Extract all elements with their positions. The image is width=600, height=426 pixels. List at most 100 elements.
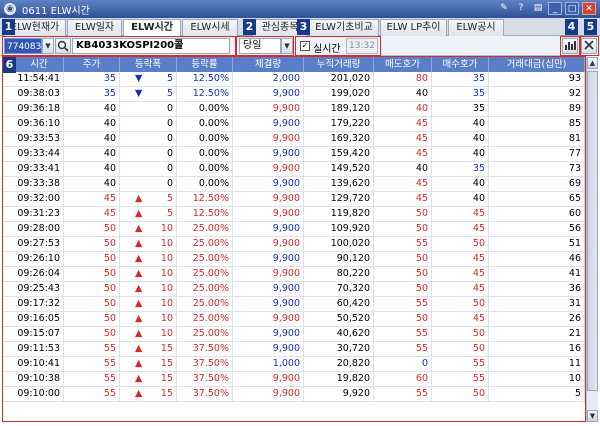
vertical-scrollbar[interactable]: ▲ ▼ bbox=[586, 57, 598, 422]
table-row[interactable]: 09:27:53 50 ▲ 10 25.00% 9,900 100,020 55 50 51 bbox=[3, 237, 585, 252]
table-row[interactable]: 09:10:00 55 ▲ 15 37.50% 9,900 9,920 55 50 5 bbox=[3, 387, 585, 402]
change-value: 0 bbox=[166, 178, 173, 189]
table-cell: ▲ 15 bbox=[120, 372, 177, 386]
minimize-icon[interactable]: _ bbox=[548, 2, 562, 15]
table-cell: 55 bbox=[432, 372, 489, 386]
scroll-up-icon[interactable]: ▲ bbox=[587, 57, 598, 69]
tab-elw-disclosure[interactable]: ELW공시 bbox=[448, 19, 504, 36]
expand-icon bbox=[584, 40, 594, 50]
table-cell: 70,320 bbox=[304, 282, 374, 296]
scroll-down-icon[interactable]: ▼ bbox=[587, 410, 598, 422]
table-cell: 9,900 bbox=[233, 147, 304, 161]
table-cell: 45 bbox=[432, 267, 489, 281]
table-row[interactable]: 09:31:23 45 ▲ 5 12.50% 9,900 119,820 50 45 60 bbox=[3, 207, 585, 222]
chart-button[interactable] bbox=[562, 38, 578, 54]
callout-badge-3: 3 bbox=[297, 19, 310, 35]
menu-icon[interactable]: ▤ bbox=[531, 2, 545, 15]
table-row[interactable]: 11:54:41 35 ▼ 5 12.50% 2,000 201,020 80 35 93 bbox=[3, 72, 585, 87]
table-cell: 9,900 bbox=[233, 342, 304, 356]
table-row[interactable]: 09:10:41 55 ▲ 15 37.50% 1,000 20,820 0 55 11 bbox=[3, 357, 585, 372]
table-row[interactable]: 09:10:38 55 ▲ 15 37.50% 9,900 19,820 60 55 10 bbox=[3, 372, 585, 387]
tab-elw-quote[interactable]: ELW시세 bbox=[182, 19, 238, 36]
table-row[interactable]: 09:33:38 40 0 0.00% 9,900 139,620 45 40 69 bbox=[3, 177, 585, 192]
column-header[interactable]: 누적거래량 bbox=[304, 57, 374, 72]
table-row[interactable]: 09:28:00 50 ▲ 10 25.00% 9,900 109,920 50 45 56 bbox=[3, 222, 585, 237]
table-cell: 09:11:53 bbox=[3, 342, 64, 356]
table-row[interactable]: 09:32:00 45 ▲ 5 12.50% 9,900 129,720 45 40 65 bbox=[3, 192, 585, 207]
realtime-checkbox[interactable]: ✓ bbox=[300, 41, 310, 51]
column-header[interactable]: 등락률 bbox=[177, 57, 233, 72]
realtime-label: 실시간 bbox=[313, 44, 341, 55]
tab-elw-underlying-compare[interactable]: ELW기초비교 bbox=[309, 19, 379, 36]
table-cell: 9,900 bbox=[233, 297, 304, 311]
code-dropdown-icon[interactable]: ▼ bbox=[42, 38, 54, 54]
column-header[interactable]: 체결량 bbox=[233, 57, 304, 72]
column-header[interactable]: 등락폭 bbox=[120, 57, 177, 72]
pin-icon[interactable]: ✎ bbox=[497, 2, 511, 15]
table-cell: 55 bbox=[374, 342, 432, 356]
table-cell: 21 bbox=[489, 327, 585, 341]
change-value: 5 bbox=[166, 73, 173, 84]
maximize-icon[interactable]: □ bbox=[565, 2, 579, 15]
table-row[interactable]: 09:25:43 50 ▲ 10 25.00% 9,900 70,320 50 45 36 bbox=[3, 282, 585, 297]
callout-badge-1: 1 bbox=[2, 19, 15, 35]
table-cell: 09:33:38 bbox=[3, 177, 64, 191]
table-cell: 35 bbox=[64, 72, 120, 86]
stock-code-input[interactable]: 774083 bbox=[4, 38, 42, 54]
table-cell: 11:54:41 bbox=[3, 72, 64, 86]
table-row[interactable]: 09:36:18 40 0 0.00% 9,900 189,120 40 35 89 bbox=[3, 102, 585, 117]
period-dropdown-icon[interactable]: ▼ bbox=[281, 38, 293, 54]
table-row[interactable]: 09:17:32 50 ▲ 10 25.00% 9,900 60,420 55 50 31 bbox=[3, 297, 585, 312]
table-cell: 80 bbox=[374, 72, 432, 86]
close-icon[interactable]: ✕ bbox=[582, 2, 596, 15]
table-cell: 45 bbox=[432, 312, 489, 326]
table-row[interactable]: 09:16:05 50 ▲ 10 25.00% 9,900 50,520 50 45 26 bbox=[3, 312, 585, 327]
callout-badge-5: 5 bbox=[584, 19, 597, 35]
column-header[interactable]: 거래대금(십만) bbox=[489, 57, 585, 72]
table-cell: 9,900 bbox=[233, 102, 304, 116]
table-row[interactable]: 09:38:03 35 ▼ 5 12.50% 9,900 199,020 40 35 92 bbox=[3, 87, 585, 102]
table-cell: 37.50% bbox=[177, 342, 233, 356]
table-cell: 25.00% bbox=[177, 312, 233, 326]
table-cell: 9,900 bbox=[233, 162, 304, 176]
table-cell: 80,220 bbox=[304, 267, 374, 281]
column-header[interactable]: 매수호가 bbox=[432, 57, 489, 72]
period-select[interactable]: 당일 bbox=[239, 38, 281, 54]
table-cell: 10 bbox=[489, 372, 585, 386]
tab-elw-lp-trend[interactable]: ELW LP추이 bbox=[380, 19, 447, 36]
help-icon[interactable]: ? bbox=[514, 2, 528, 15]
table-row[interactable]: 09:33:53 40 0 0.00% 9,900 169,320 45 40 81 bbox=[3, 132, 585, 147]
table-cell: 0.00% bbox=[177, 132, 233, 146]
table-row[interactable]: 09:26:10 50 ▲ 10 25.00% 9,900 90,120 50 45 46 bbox=[3, 252, 585, 267]
table-cell: 1,000 bbox=[233, 357, 304, 371]
scroll-thumb[interactable] bbox=[587, 71, 598, 391]
table-cell: ▲ 15 bbox=[120, 387, 177, 401]
column-header[interactable]: 주가 bbox=[64, 57, 120, 72]
table-cell: 55 bbox=[64, 357, 120, 371]
table-row[interactable]: 09:15:07 50 ▲ 10 25.00% 9,900 40,620 55 50 21 bbox=[3, 327, 585, 342]
table-cell: 201,020 bbox=[304, 72, 374, 86]
table-cell: 50 bbox=[374, 222, 432, 236]
table-cell: 09:16:05 bbox=[3, 312, 64, 326]
table-row[interactable]: 09:33:41 40 0 0.00% 9,900 149,520 40 35 73 bbox=[3, 162, 585, 177]
table-row[interactable]: 09:26:04 50 ▲ 10 25.00% 9,900 80,220 50 45 41 bbox=[3, 267, 585, 282]
table-cell: ▲ 10 bbox=[120, 267, 177, 281]
table-cell: 129,720 bbox=[304, 192, 374, 206]
table-cell: 0 bbox=[120, 102, 177, 116]
callout-badge-2: 2 bbox=[243, 19, 256, 35]
up-arrow-icon: ▲ bbox=[135, 268, 143, 279]
table-cell: 35 bbox=[432, 72, 489, 86]
table-cell: 2,000 bbox=[233, 72, 304, 86]
table-row[interactable]: 09:33:44 40 0 0.00% 9,900 159,420 45 40 77 bbox=[3, 147, 585, 162]
tab-elw-time[interactable]: ELW시간 bbox=[123, 19, 181, 37]
search-button[interactable] bbox=[55, 38, 71, 54]
expand-button[interactable] bbox=[581, 38, 597, 54]
tab-elw-daily[interactable]: ELW일자 bbox=[67, 19, 122, 36]
table-cell: ▲ 10 bbox=[120, 312, 177, 326]
table-cell: 26 bbox=[489, 312, 585, 326]
table-cell: 0.00% bbox=[177, 117, 233, 131]
table-row[interactable]: 09:36:10 40 0 0.00% 9,900 179,220 45 40 85 bbox=[3, 117, 585, 132]
column-header[interactable]: 매도호가 bbox=[374, 57, 432, 72]
table-row[interactable]: 09:11:53 55 ▲ 15 37.50% 9,900 30,720 55 50 16 bbox=[3, 342, 585, 357]
table-cell: 9,900 bbox=[233, 267, 304, 281]
